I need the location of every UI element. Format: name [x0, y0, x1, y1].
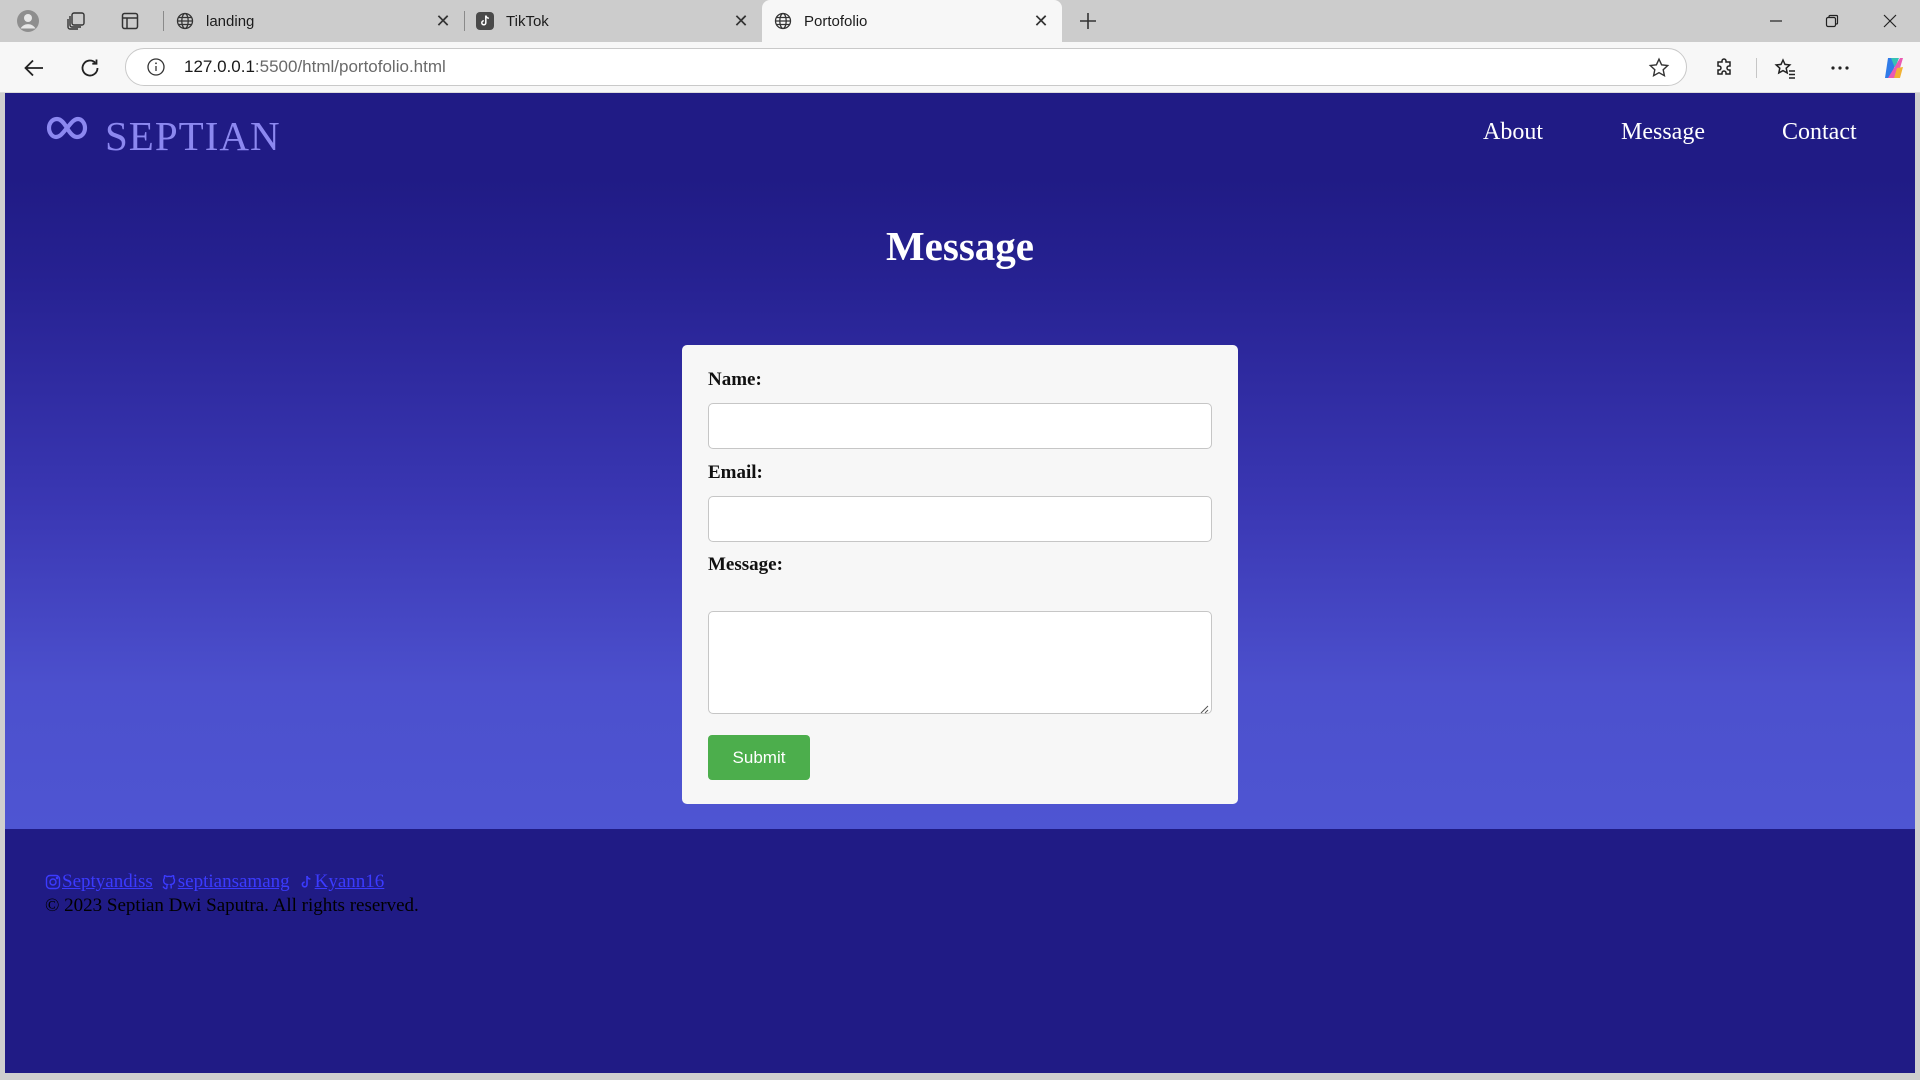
instagram-label: Septyandiss: [62, 871, 153, 892]
site-brand[interactable]: SEPTIAN: [105, 112, 281, 160]
tab-landing[interactable]: landing ✕: [164, 0, 464, 42]
favorites-icon[interactable]: [1769, 52, 1801, 84]
address-bar[interactable]: 127.0.0.1:5500/html/portofolio.html: [125, 48, 1687, 86]
tab-tiktok[interactable]: TikTok ✕: [464, 0, 762, 42]
message-textarea[interactable]: [708, 611, 1212, 714]
copyright-text: © 2023 Septian Dwi Saputra. All rights r…: [45, 895, 419, 916]
tiktok-label: Kyann16: [314, 871, 385, 892]
page-title: Message: [885, 223, 1034, 269]
nav-contact[interactable]: Contact: [1782, 119, 1857, 146]
favorite-star-icon[interactable]: [1648, 57, 1670, 79]
copilot-icon[interactable]: [1878, 52, 1910, 84]
github-link[interactable]: septiansamang: [161, 871, 290, 893]
name-input[interactable]: [708, 403, 1212, 449]
more-options-icon[interactable]: [1824, 52, 1856, 84]
social-links: Septyandiss septiansamang Kyann16: [45, 871, 392, 893]
submit-button[interactable]: Submit: [708, 735, 810, 780]
instagram-link[interactable]: Septyandiss: [45, 871, 153, 893]
tab-title: landing: [206, 12, 255, 30]
infinity-logo-icon[interactable]: [45, 115, 89, 141]
globe-icon: [774, 12, 792, 30]
instagram-icon: [45, 874, 61, 890]
site-header: SEPTIAN About Message Contact: [5, 93, 1915, 178]
close-window-icon[interactable]: [1862, 0, 1918, 42]
email-input[interactable]: [708, 496, 1212, 542]
refresh-icon[interactable]: [74, 52, 106, 84]
message-form: Name: Email: Message: Submit: [682, 345, 1238, 804]
email-label: Email:: [708, 462, 763, 483]
extensions-icon[interactable]: [1709, 52, 1741, 84]
name-label: Name:: [708, 369, 762, 390]
tab-title: Portofolio: [804, 12, 868, 30]
tab-portofolio[interactable]: Portofolio ✕: [762, 0, 1062, 42]
tiktok-icon: [476, 12, 494, 30]
browser-tabstrip: landing ✕ TikTok ✕ Portofolio ✕: [0, 0, 1920, 42]
nav-about[interactable]: About: [1483, 119, 1543, 146]
webpage: SEPTIAN About Message Contact Message Na…: [5, 93, 1915, 1073]
close-icon[interactable]: ✕: [1028, 8, 1054, 34]
new-tab-icon[interactable]: [1074, 7, 1102, 35]
workspaces-icon[interactable]: [62, 7, 90, 35]
tiktok-link[interactable]: Kyann16: [298, 871, 385, 893]
message-label: Message:: [708, 554, 783, 575]
tab-title: TikTok: [506, 12, 549, 30]
close-icon[interactable]: ✕: [728, 8, 754, 34]
info-icon[interactable]: [146, 57, 166, 77]
profile-icon[interactable]: [14, 7, 42, 35]
resize-handle-icon[interactable]: [1199, 701, 1209, 714]
close-icon[interactable]: ✕: [430, 8, 456, 34]
url-text: 127.0.0.1:5500/html/portofolio.html: [184, 57, 446, 76]
github-icon: [161, 874, 177, 890]
minimize-icon[interactable]: [1748, 0, 1804, 42]
github-label: septiansamang: [177, 871, 290, 892]
message-section: Message Name: Email: Message: Submit: [5, 178, 1915, 829]
site-footer: Septyandiss septiansamang Kyann16 © 2023…: [5, 829, 1915, 1073]
tiktok-icon: [298, 874, 314, 890]
tab-actions-icon[interactable]: [116, 7, 144, 35]
restore-icon[interactable]: [1804, 0, 1860, 42]
browser-toolbar: 127.0.0.1:5500/html/portofolio.html: [0, 42, 1920, 93]
nav-message[interactable]: Message: [1621, 119, 1705, 146]
back-icon[interactable]: [18, 52, 50, 84]
globe-icon: [176, 12, 194, 30]
